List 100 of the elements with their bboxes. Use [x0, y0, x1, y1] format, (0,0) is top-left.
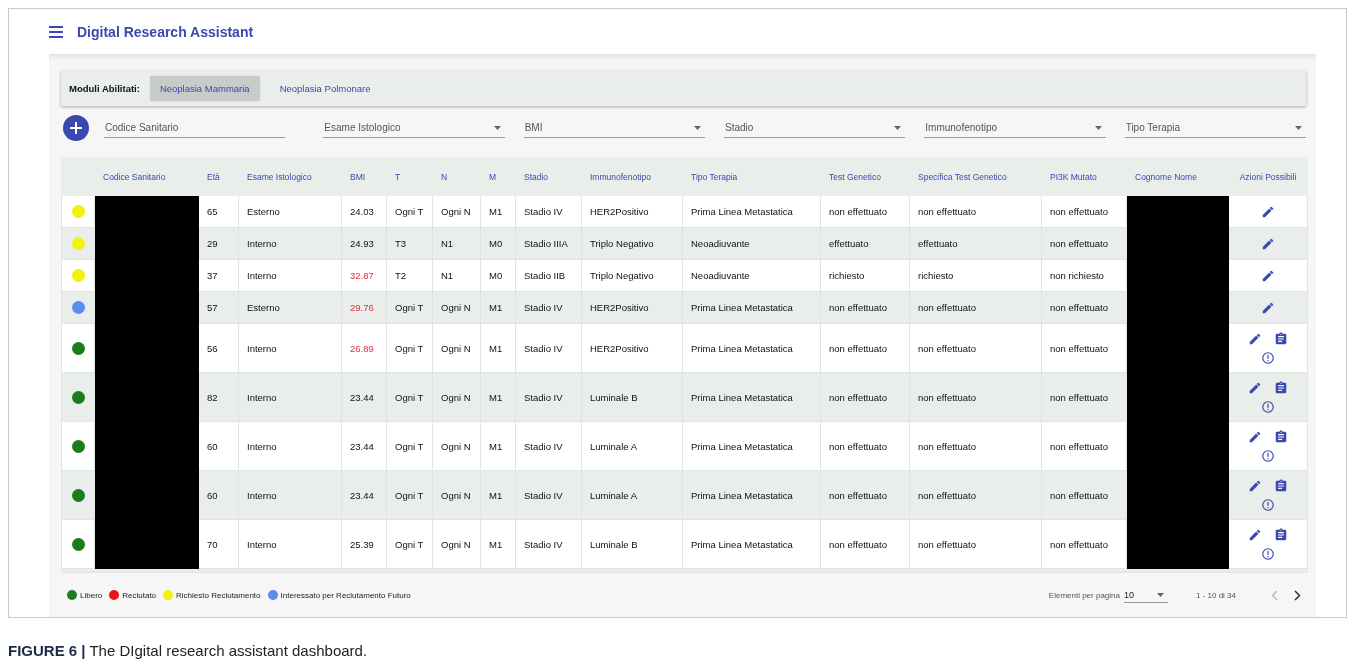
pencil-icon[interactable]: [1261, 268, 1275, 283]
table-cell: Neoadiuvante: [682, 259, 821, 292]
page-size-dropdown[interactable]: 10: [1123, 587, 1168, 603]
table-cell: 56: [198, 323, 239, 373]
legend-label: Richiesto Reclutamento: [176, 590, 261, 600]
table-cell: N1: [432, 227, 481, 260]
table-cell: Prima Linea Metastatica: [682, 372, 821, 422]
pencil-icon[interactable]: [1261, 300, 1275, 315]
column-header: Stadio: [524, 171, 549, 182]
table-cell: Stadio IV: [515, 470, 582, 520]
table-cell: Stadio IV: [515, 291, 582, 324]
filter-dropdown[interactable]: Tipo Terapia: [1124, 118, 1306, 138]
clipboard-icon[interactable]: [1274, 429, 1288, 444]
table-cell: Interno: [238, 372, 342, 422]
table-cell: Prima Linea Metastatica: [682, 195, 821, 228]
column-header: Età: [207, 171, 220, 182]
table-cell: HER2Positivo: [581, 323, 683, 373]
table-cell: Triplo Negativo: [581, 259, 683, 292]
column-header: PI3K Mutato: [1050, 171, 1097, 182]
pencil-icon[interactable]: [1248, 380, 1262, 395]
table-cell: Interno: [238, 470, 342, 520]
exclamation-icon[interactable]: [1261, 546, 1275, 561]
table-cell: non effettuato: [909, 291, 1042, 324]
table-cell: T2: [386, 259, 433, 292]
column-header: M: [489, 171, 497, 182]
filter-dropdown[interactable]: BMI: [523, 118, 705, 138]
clipboard-icon[interactable]: [1274, 478, 1288, 493]
menu-icon[interactable]: [49, 25, 63, 38]
column-header: Esame Istologico: [247, 171, 312, 182]
table-cell: Stadio IV: [515, 519, 582, 569]
clipboard-icon[interactable]: [1274, 331, 1288, 346]
plus-icon: [70, 122, 82, 134]
table-cell: HER2Positivo: [581, 195, 683, 228]
table-cell: non effettuato: [909, 372, 1042, 422]
table-cell: Ogni N: [432, 421, 481, 471]
table-cell: non effettuato: [909, 323, 1042, 373]
figure-caption: FIGURE 6 | The DIgital research assistant dashboard.: [8, 642, 369, 659]
pencil-icon[interactable]: [1248, 478, 1262, 493]
filter-dropdown[interactable]: Stadio: [724, 118, 906, 138]
filter-dropdown[interactable]: Immunofenotipo: [924, 118, 1106, 138]
table-cell: Ogni T: [386, 323, 433, 373]
table-cell: Neoadiuvante: [682, 227, 821, 260]
pencil-icon[interactable]: [1261, 204, 1275, 219]
legend-label: Interessato per Reclutamento Futuro: [280, 590, 411, 600]
table-cell: richiesto: [820, 259, 910, 292]
column-header: Specifica Test Genetico: [918, 171, 1007, 182]
table-cell: Prima Linea Metastatica: [682, 470, 821, 520]
module-tab[interactable]: Neoplasia Polmonare: [269, 76, 381, 101]
table-cell: Ogni T: [386, 519, 433, 569]
table-cell: Ogni N: [432, 372, 481, 422]
table-cell: Stadio IIB: [515, 259, 582, 292]
table-cell: M1: [480, 323, 516, 373]
page-range: 1 - 10 di 34: [1195, 590, 1236, 600]
table-cell: Ogni T: [386, 421, 433, 471]
table-cell: M1: [480, 421, 516, 471]
table-cell: Prima Linea Metastatica: [682, 519, 821, 569]
table-cell: 82: [198, 372, 239, 422]
table-cell: non effettuato: [1041, 227, 1127, 260]
page-size-label: Elementi per pagina: [1048, 590, 1120, 600]
table-cell: T3: [386, 227, 433, 260]
pencil-icon[interactable]: [1248, 331, 1262, 346]
add-button[interactable]: [63, 115, 89, 141]
column-header: Codice Sanitario: [103, 171, 166, 182]
table-cell: non effettuato: [1041, 372, 1127, 422]
pencil-icon[interactable]: [1248, 527, 1262, 542]
table-cell: non richiesto: [1041, 259, 1127, 292]
table-cell: non effettuato: [1041, 195, 1127, 228]
caret-icon: [1156, 592, 1164, 597]
table-cell: Luminale B: [581, 372, 683, 422]
table-cell: non effettuato: [820, 519, 910, 569]
legend-label: Reclutato: [122, 590, 157, 600]
table-cell: 60: [198, 470, 239, 520]
table-cell: Prima Linea Metastatica: [682, 323, 821, 373]
clipboard-icon[interactable]: [1274, 380, 1288, 395]
exclamation-icon[interactable]: [1261, 399, 1275, 414]
modules-label: Moduli Abilitati:: [69, 83, 140, 94]
pencil-icon[interactable]: [1248, 429, 1262, 444]
table-cell: Ogni N: [432, 291, 481, 324]
app-title: Digital Research Assistant: [77, 23, 254, 40]
clipboard-icon[interactable]: [1274, 527, 1288, 542]
table-cell: non effettuato: [909, 519, 1042, 569]
table-cell: Triplo Negativo: [581, 227, 683, 260]
exclamation-icon[interactable]: [1261, 350, 1275, 365]
table-cell: effettuato: [820, 227, 910, 260]
table-cell: Ogni T: [386, 291, 433, 324]
search-field[interactable]: Codice Sanitario: [104, 118, 286, 138]
table-cell: Ogni N: [432, 323, 481, 373]
table-cell: non effettuato: [1041, 291, 1127, 324]
exclamation-icon[interactable]: [1261, 497, 1275, 512]
table-cell: non effettuato: [909, 195, 1042, 228]
table-cell: Stadio IV: [515, 323, 582, 373]
table-cell: M1: [480, 519, 516, 569]
module-tab[interactable]: Neoplasia Mammaria: [149, 76, 260, 101]
table-cell: Stadio IV: [515, 421, 582, 471]
table-cell: Prima Linea Metastatica: [682, 291, 821, 324]
table-cell: non effettuato: [1041, 421, 1127, 471]
filter-dropdown[interactable]: Esame Istologico: [323, 118, 505, 138]
exclamation-icon[interactable]: [1261, 448, 1275, 463]
pencil-icon[interactable]: [1261, 236, 1275, 251]
table-cell: M1: [480, 372, 516, 422]
